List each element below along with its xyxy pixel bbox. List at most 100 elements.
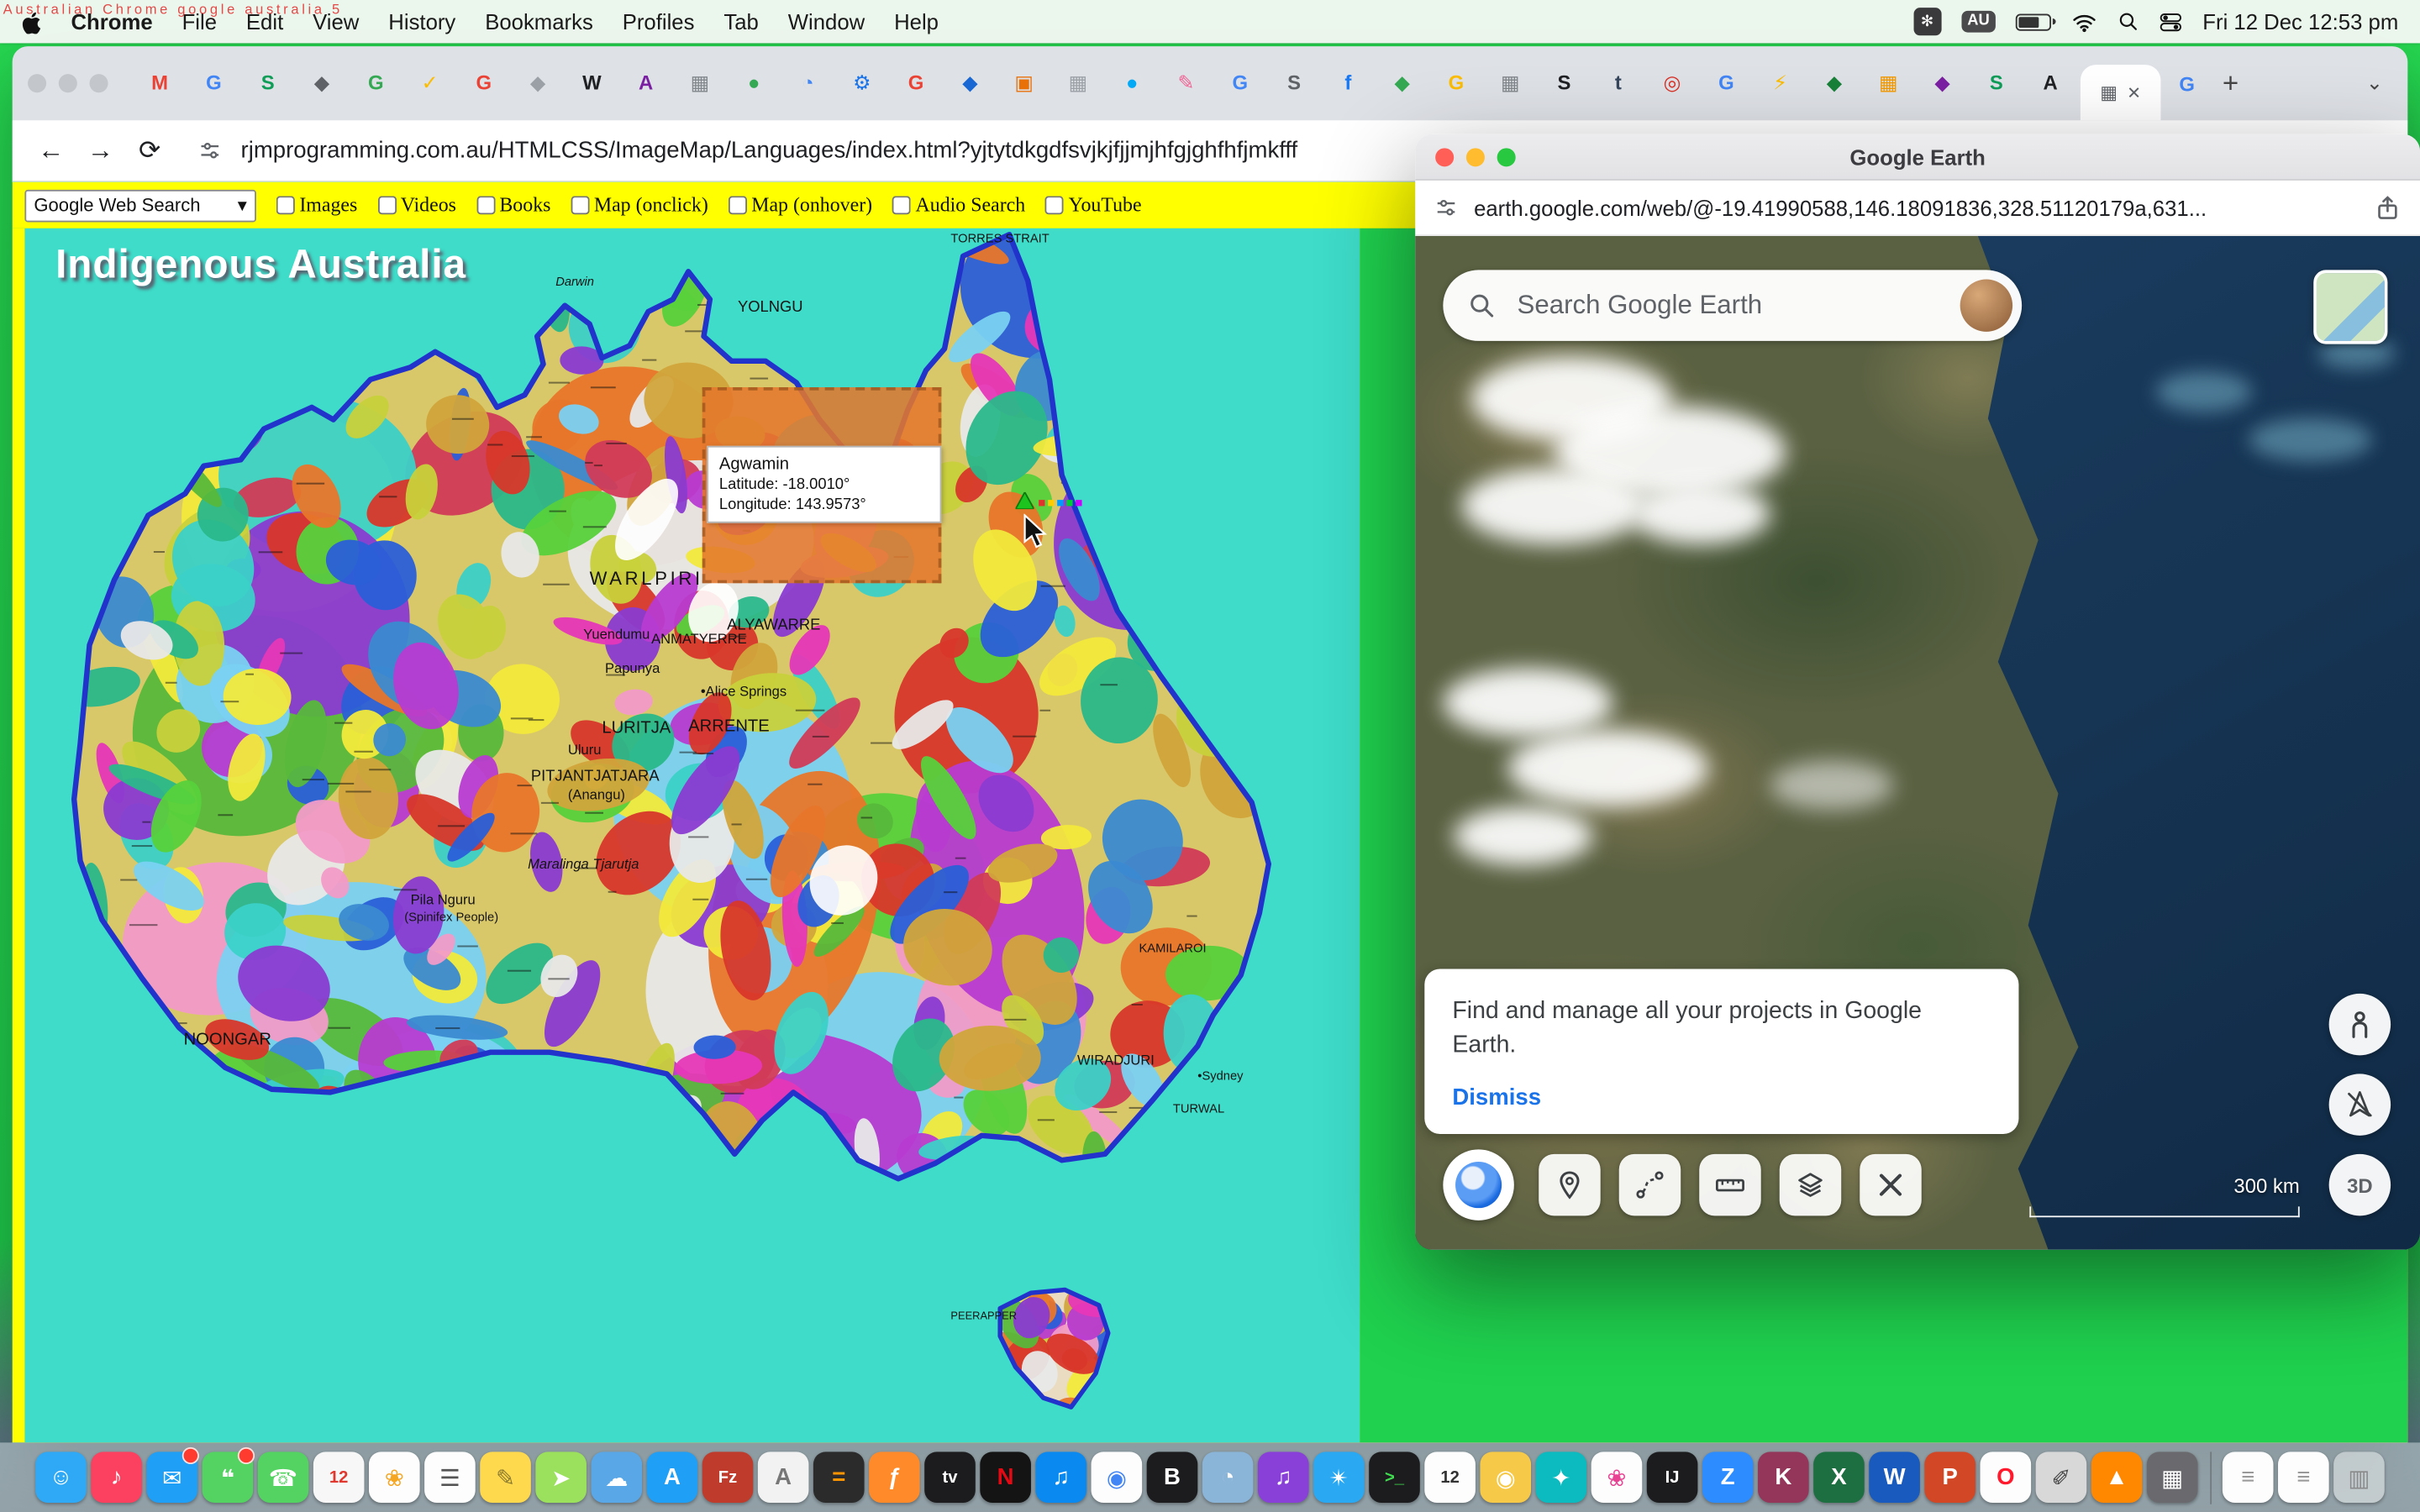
earth-search-input[interactable]	[1514, 288, 1942, 322]
zoom-window-button[interactable]	[90, 74, 108, 92]
dock-document-1[interactable]: ≡	[2222, 1446, 2274, 1508]
dock-pen-app[interactable]: ✐	[2035, 1446, 2087, 1508]
checkbox-videos[interactable]: Videos	[377, 193, 456, 218]
menu-edit[interactable]: Edit	[246, 9, 283, 34]
tab-search-chevron-icon[interactable]: ⌄	[2366, 71, 2392, 95]
minimize-window-button[interactable]	[59, 74, 77, 92]
tab-favicon-14[interactable]: G	[889, 46, 943, 120]
close-window-button[interactable]	[1435, 147, 1454, 165]
share-icon[interactable]	[2374, 194, 2402, 222]
checkbox-audio-search[interactable]: Audio Search	[892, 193, 1025, 218]
tab-favicon-19[interactable]: ✎	[1159, 46, 1213, 120]
dock-mail[interactable]: ✉	[146, 1446, 198, 1508]
tab-favicon-2[interactable]: S	[241, 46, 295, 120]
placemark-pin-button[interactable]	[1539, 1154, 1600, 1215]
dock-opera[interactable]: O	[1980, 1446, 2032, 1508]
menu-history[interactable]: History	[388, 9, 455, 34]
measure-ruler-button[interactable]	[1699, 1154, 1760, 1215]
dock-apple-tv[interactable]: tv	[923, 1446, 976, 1508]
dock-music[interactable]: ♪	[90, 1446, 142, 1508]
dock-reminders[interactable]: ☰	[424, 1446, 476, 1508]
tab-favicon-21[interactable]: S	[1267, 46, 1321, 120]
tab-favicon-20[interactable]: G	[1213, 46, 1267, 120]
search-engine-select[interactable]: Google Web Search ▾	[24, 189, 256, 222]
dock-textedit[interactable]: A	[757, 1446, 809, 1508]
tab-favicon-25[interactable]: ▦	[1483, 46, 1537, 120]
site-settings-icon[interactable]	[1434, 195, 1458, 219]
dock-firefox[interactable]: ƒ	[868, 1446, 920, 1508]
dock-document-2[interactable]: ≡	[2277, 1446, 2329, 1508]
reload-button[interactable]: ⟳	[127, 135, 173, 166]
checkbox-map-onhover-input[interactable]	[729, 196, 747, 214]
dock-bbedit[interactable]: B	[1146, 1446, 1198, 1508]
checkbox-images-input[interactable]	[276, 196, 295, 214]
tab-favicon-6[interactable]: G	[457, 46, 511, 120]
tab-close-icon[interactable]: ✕	[2127, 82, 2141, 102]
battery-icon[interactable]	[2016, 13, 2051, 30]
draw-path-button[interactable]	[1619, 1154, 1681, 1215]
dock-grid-app[interactable]: ▦	[2146, 1446, 2198, 1508]
dock-calculator[interactable]: =	[813, 1446, 865, 1508]
tab-favicon-18[interactable]: ●	[1105, 46, 1159, 120]
tab-favicon-15[interactable]: ◆	[943, 46, 997, 120]
dock-intellij[interactable]: IJ	[1646, 1446, 1698, 1508]
tab-favicon-9[interactable]: A	[619, 46, 673, 120]
dock-netflix[interactable]: N	[979, 1446, 1031, 1508]
tab-favicon-13[interactable]: ⚙	[835, 46, 889, 120]
checkbox-youtube-input[interactable]	[1045, 196, 1064, 214]
checkbox-audio-search-input[interactable]	[892, 196, 911, 214]
compass-reset-button[interactable]	[2329, 1074, 2391, 1135]
tab-favicon-32[interactable]: ▦	[1861, 46, 1915, 120]
dock-finder[interactable]: ☺	[34, 1446, 87, 1508]
tab-favicon-29[interactable]: G	[1699, 46, 1753, 120]
tab-favicon-16[interactable]: ▣	[997, 46, 1051, 120]
wifi-icon[interactable]	[2071, 12, 2097, 32]
pegman-button[interactable]	[2329, 994, 2391, 1055]
tab-favicon-8[interactable]: W	[565, 46, 618, 120]
menu-window[interactable]: Window	[788, 9, 865, 34]
checkbox-videos-input[interactable]	[377, 196, 396, 214]
menu-file[interactable]: File	[182, 9, 217, 34]
menu-view[interactable]: View	[313, 9, 359, 34]
earth-search-bar[interactable]	[1443, 270, 2022, 340]
tab-favicon-3[interactable]: ◆	[295, 46, 349, 120]
dock-filezilla[interactable]: Fz	[702, 1446, 754, 1508]
dock-trash[interactable]: ▥	[2333, 1446, 2385, 1508]
dock-facetime[interactable]: ☎	[257, 1446, 309, 1508]
dock-app-store[interactable]: A	[646, 1446, 698, 1508]
tab-favicon-35[interactable]: A	[2023, 46, 2077, 120]
indigenous-australia-map[interactable]: Indigenous Australia TORRES STRAITDarwin…	[24, 228, 1360, 1443]
status-app-icon[interactable]: ✻	[1913, 8, 1941, 35]
checkbox-map-onhover[interactable]: Map (onhover)	[729, 193, 872, 218]
tab-favicon-4[interactable]: G	[349, 46, 402, 120]
menu-bookmarks[interactable]: Bookmarks	[485, 9, 593, 34]
dock-podcasts[interactable]: ♫	[1257, 1446, 1309, 1508]
dock-calendar-date[interactable]: 12	[1423, 1446, 1476, 1508]
layers-button[interactable]	[1780, 1154, 1841, 1215]
tab-favicon-11[interactable]: ●	[727, 46, 781, 120]
tab-favicon-17[interactable]: ▦	[1051, 46, 1105, 120]
dock-zoom[interactable]: Z	[1702, 1446, 1754, 1508]
dock-krita[interactable]: K	[1757, 1446, 1809, 1508]
checkbox-map-onclick-input[interactable]	[571, 196, 589, 214]
tab-favicon-26[interactable]: S	[1537, 46, 1591, 120]
close-window-button[interactable]	[28, 74, 46, 92]
tab-favicon-1[interactable]: G	[187, 46, 240, 120]
dock-powerpoint[interactable]: P	[1923, 1446, 1975, 1508]
back-button[interactable]: ←	[28, 135, 74, 166]
dock-photos-alt[interactable]: ❀	[1591, 1446, 1643, 1508]
tab-favicon-33[interactable]: ◆	[1915, 46, 1969, 120]
new-tab-button[interactable]: +	[2223, 67, 2238, 100]
dock-notes[interactable]: ✎	[479, 1446, 531, 1508]
checkbox-images[interactable]: Images	[276, 193, 358, 218]
checkbox-youtube[interactable]: YouTube	[1045, 193, 1142, 218]
tab-favicon-31[interactable]: ◆	[1807, 46, 1861, 120]
input-source-badge[interactable]: AU	[1961, 11, 1996, 33]
dock-safari[interactable]: ✴	[1313, 1446, 1365, 1508]
dock-word[interactable]: W	[1868, 1446, 1920, 1508]
tab-favicon-27[interactable]: t	[1591, 46, 1645, 120]
address-bar[interactable]: rjmprogramming.com.au/HTMLCSS/ImageMap/L…	[241, 137, 1298, 163]
spotlight-search-icon[interactable]	[2118, 11, 2139, 33]
dock-chrome-alt[interactable]: ◉	[1480, 1446, 1532, 1508]
tab-favicon-last[interactable]: G	[2164, 71, 2210, 95]
